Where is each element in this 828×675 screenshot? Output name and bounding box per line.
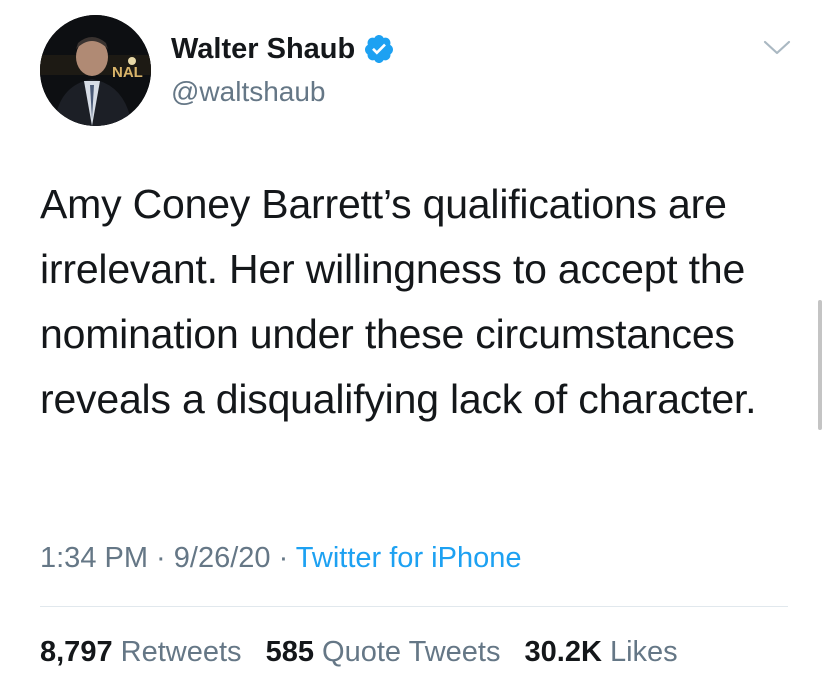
- user-handle[interactable]: @waltshaub: [171, 75, 326, 109]
- avatar-image: NAL: [40, 15, 151, 126]
- retweets-stat[interactable]: 8,797 Retweets: [40, 636, 250, 668]
- display-name-text: Walter Shaub: [171, 33, 356, 65]
- user-display-name[interactable]: Walter Shaub: [171, 32, 395, 66]
- retweets-count: 8,797: [40, 636, 113, 668]
- tweet-source-link[interactable]: Twitter for iPhone: [296, 542, 522, 574]
- meta-separator: ·: [270, 542, 296, 574]
- tweet-card: NAL Walter Shaub @waltshaub Amy Coney Ba…: [0, 0, 828, 675]
- verified-badge-icon: [363, 33, 395, 65]
- retweets-label: Retweets: [120, 636, 242, 668]
- tweet-time: 1:34 PM: [40, 542, 148, 574]
- scrollbar[interactable]: [818, 300, 822, 430]
- avatar[interactable]: NAL: [40, 15, 151, 126]
- tweet-date: 9/26/20: [173, 542, 271, 574]
- likes-stat[interactable]: 30.2K Likes: [525, 636, 678, 668]
- tweet-text: Amy Coney Barrett’s qualifications are i…: [40, 181, 757, 422]
- likes-count: 30.2K: [524, 636, 602, 668]
- svg-text:NAL: NAL: [112, 64, 143, 81]
- chevron-down-icon[interactable]: [762, 38, 792, 58]
- tweet-meta: 1:34 PM · 9/26/20 · Twitter for iPhone: [40, 540, 521, 576]
- divider: [40, 606, 788, 607]
- quote-tweets-stat[interactable]: 585 Quote Tweets: [266, 636, 509, 668]
- meta-separator: ·: [148, 542, 174, 574]
- quote-tweets-label: Quote Tweets: [322, 636, 501, 668]
- likes-label: Likes: [609, 636, 678, 668]
- quote-tweets-count: 585: [265, 636, 314, 668]
- tweet-stats: 8,797 Retweets 585 Quote Tweets 30.2K Li…: [40, 634, 694, 670]
